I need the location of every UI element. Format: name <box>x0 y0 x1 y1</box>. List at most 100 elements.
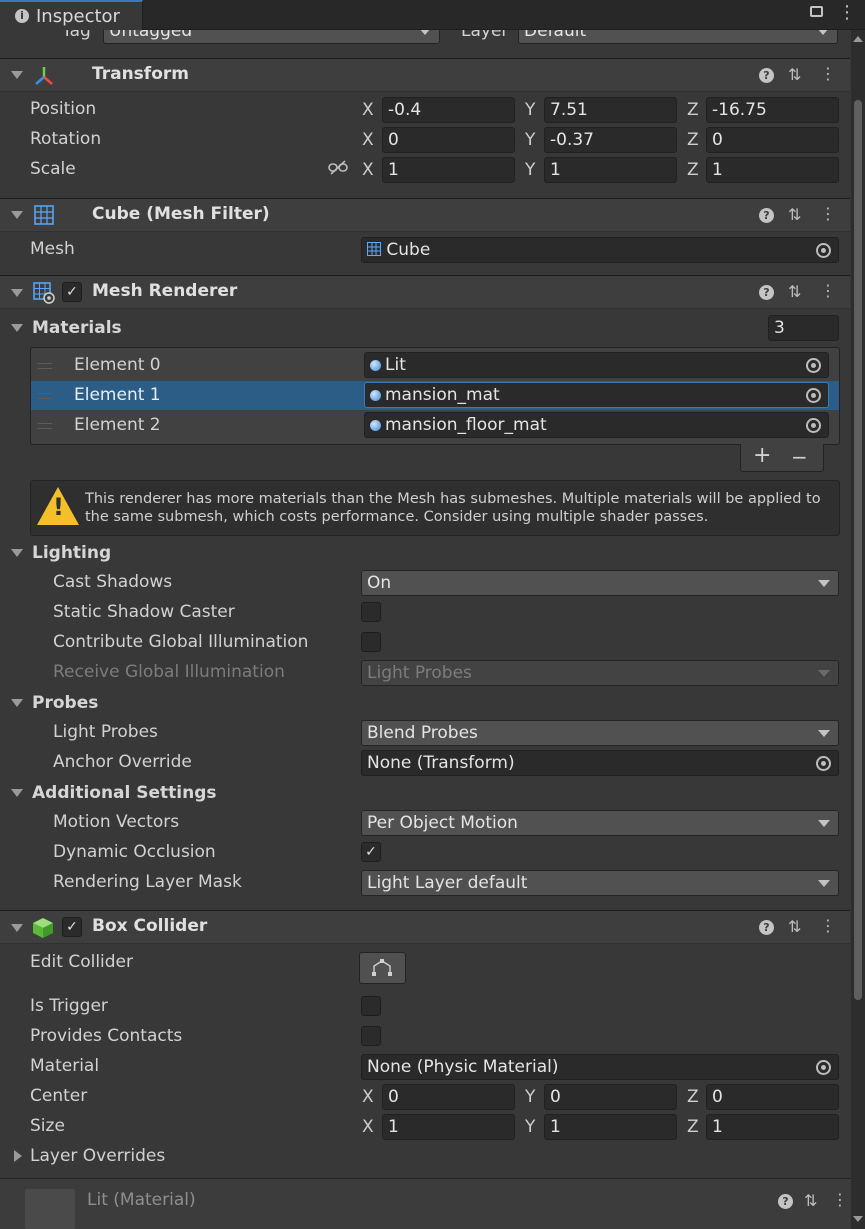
rotation-z-field[interactable]: 0 <box>706 127 839 153</box>
is-trigger-checkbox[interactable] <box>361 996 381 1016</box>
object-picker-icon[interactable] <box>806 358 821 373</box>
probes-foldout-icon[interactable] <box>11 699 23 707</box>
object-picker-icon[interactable] <box>816 243 831 258</box>
rotation-x-field[interactable]: 0 <box>382 127 515 153</box>
presets-icon[interactable]: ⇅ <box>788 282 801 301</box>
presets-icon[interactable]: ⇅ <box>788 917 801 936</box>
more-options-icon[interactable]: ⋮ <box>820 916 836 935</box>
cast-shadows-dropdown[interactable]: On <box>361 570 839 596</box>
foldout-arrow-icon[interactable] <box>11 211 23 219</box>
help-icon[interactable]: ? <box>759 68 774 83</box>
enabled-checkbox[interactable]: ✓ <box>62 282 82 302</box>
box-collider-header[interactable]: ✓ Box Collider ? ⇅ ⋮ <box>0 910 850 944</box>
mesh-renderer-header[interactable]: ✓ Mesh Renderer ? ⇅ ⋮ <box>0 275 850 309</box>
materials-foldout-icon[interactable] <box>11 324 23 332</box>
mesh-object-field[interactable]: Cube <box>361 237 839 263</box>
scale-x-field[interactable]: 1 <box>382 157 515 183</box>
more-options-icon[interactable]: ⋮ <box>820 64 836 83</box>
static-shadow-checkbox[interactable] <box>361 602 381 622</box>
foldout-arrow-icon[interactable] <box>11 289 23 297</box>
position-z-field[interactable]: -16.75 <box>706 97 839 123</box>
enabled-checkbox[interactable]: ✓ <box>62 917 82 937</box>
physic-material-field[interactable]: None (Physic Material) <box>361 1054 839 1080</box>
vertical-scrollbar[interactable] <box>851 30 865 1229</box>
static-shadow-label: Static Shadow Caster <box>53 602 235 622</box>
presets-icon[interactable]: ⇅ <box>804 1191 817 1210</box>
rendering-layer-mask-dropdown[interactable]: Light Layer default <box>361 870 839 896</box>
materials-count-field[interactable]: 3 <box>768 315 839 341</box>
size-z-field[interactable]: 1 <box>706 1114 839 1140</box>
help-icon[interactable]: ? <box>778 1194 793 1209</box>
object-picker-icon[interactable] <box>806 388 821 403</box>
presets-icon[interactable]: ⇅ <box>788 205 801 224</box>
remove-element-button[interactable]: − <box>791 445 808 469</box>
position-label: Position <box>30 99 97 119</box>
material-object-field[interactable]: mansion_floor_mat <box>364 412 829 438</box>
drag-handle-icon[interactable] <box>38 423 52 429</box>
lighting-foldout-icon[interactable] <box>11 549 23 557</box>
size-x-field[interactable]: 1 <box>382 1114 515 1140</box>
help-icon[interactable]: ? <box>759 920 774 935</box>
dynamic-occlusion-checkbox[interactable]: ✓ <box>361 842 381 862</box>
layer-overrides-foldout-icon[interactable] <box>14 1150 22 1162</box>
object-picker-icon[interactable] <box>816 756 831 771</box>
scroll-up-icon[interactable] <box>853 36 863 42</box>
axis-z: Z <box>687 1087 699 1107</box>
tab-menu-icon[interactable]: ⋮ <box>838 2 856 23</box>
more-options-icon[interactable]: ⋮ <box>820 204 836 223</box>
unlink-icon[interactable] <box>328 160 348 176</box>
anchor-override-label: Anchor Override <box>53 752 192 772</box>
center-y-field[interactable]: 0 <box>544 1084 677 1110</box>
help-icon[interactable]: ? <box>759 208 774 223</box>
axis-x: X <box>362 130 374 150</box>
more-options-icon[interactable]: ⋮ <box>820 281 836 300</box>
motion-vectors-dropdown[interactable]: Per Object Motion <box>361 810 839 836</box>
rotation-y-field[interactable]: -0.37 <box>544 127 677 153</box>
scale-y-field[interactable]: 1 <box>544 157 677 183</box>
dropdown-arrow-icon <box>818 880 830 887</box>
scroll-down-icon[interactable] <box>853 1216 863 1222</box>
edit-collider-button[interactable] <box>359 952 406 984</box>
transform-header[interactable]: Transform ? ⇅ ⋮ <box>0 58 850 92</box>
tab-inspector[interactable]: i Inspector <box>0 0 143 30</box>
material-title: Lit (Material) <box>87 1190 196 1210</box>
contribute-gi-checkbox[interactable] <box>361 632 381 652</box>
tag-dropdown[interactable]: Untagged <box>103 30 440 44</box>
material-header[interactable]: Lit (Material) ? ⇅ ⋮ <box>0 1178 851 1229</box>
axis-x: X <box>362 1117 374 1137</box>
component-title: Box Collider <box>92 916 208 936</box>
provides-contacts-checkbox[interactable] <box>361 1026 381 1046</box>
drag-handle-icon[interactable] <box>38 363 52 369</box>
material-object-field[interactable]: Lit <box>364 352 829 378</box>
additional-settings-label: Additional Settings <box>32 783 217 803</box>
probes-label: Probes <box>32 693 99 713</box>
material-object-field[interactable]: mansion_mat <box>364 382 829 408</box>
scrollbar-thumb[interactable] <box>854 100 862 1000</box>
position-y-field[interactable]: 7.51 <box>544 97 677 123</box>
scale-z-field[interactable]: 1 <box>706 157 839 183</box>
additional-settings-foldout-icon[interactable] <box>11 789 23 797</box>
axis-y: Y <box>525 160 536 180</box>
center-label: Center <box>30 1086 88 1106</box>
layer-dropdown[interactable]: Default <box>518 30 838 44</box>
layer-overrides-label[interactable]: Layer Overrides <box>30 1146 165 1166</box>
light-probes-label: Light Probes <box>53 722 158 742</box>
object-picker-icon[interactable] <box>816 1060 831 1075</box>
foldout-arrow-icon[interactable] <box>11 71 23 79</box>
position-x-field[interactable]: -0.4 <box>382 97 515 123</box>
more-options-icon[interactable]: ⋮ <box>832 1190 848 1209</box>
foldout-arrow-icon[interactable] <box>11 924 23 932</box>
anchor-override-field[interactable]: None (Transform) <box>361 750 839 776</box>
add-element-button[interactable]: + <box>753 443 771 468</box>
object-picker-icon[interactable] <box>806 418 821 433</box>
element-label: Element 1 <box>74 385 161 405</box>
lock-icon[interactable] <box>810 6 823 17</box>
presets-icon[interactable]: ⇅ <box>788 65 801 84</box>
size-y-field[interactable]: 1 <box>544 1114 677 1140</box>
center-x-field[interactable]: 0 <box>382 1084 515 1110</box>
light-probes-dropdown[interactable]: Blend Probes <box>361 720 839 746</box>
center-z-field[interactable]: 0 <box>706 1084 839 1110</box>
help-icon[interactable]: ? <box>759 285 774 300</box>
drag-handle-icon[interactable] <box>38 393 52 399</box>
mesh-filter-header[interactable]: Cube (Mesh Filter) ? ⇅ ⋮ <box>0 198 850 232</box>
